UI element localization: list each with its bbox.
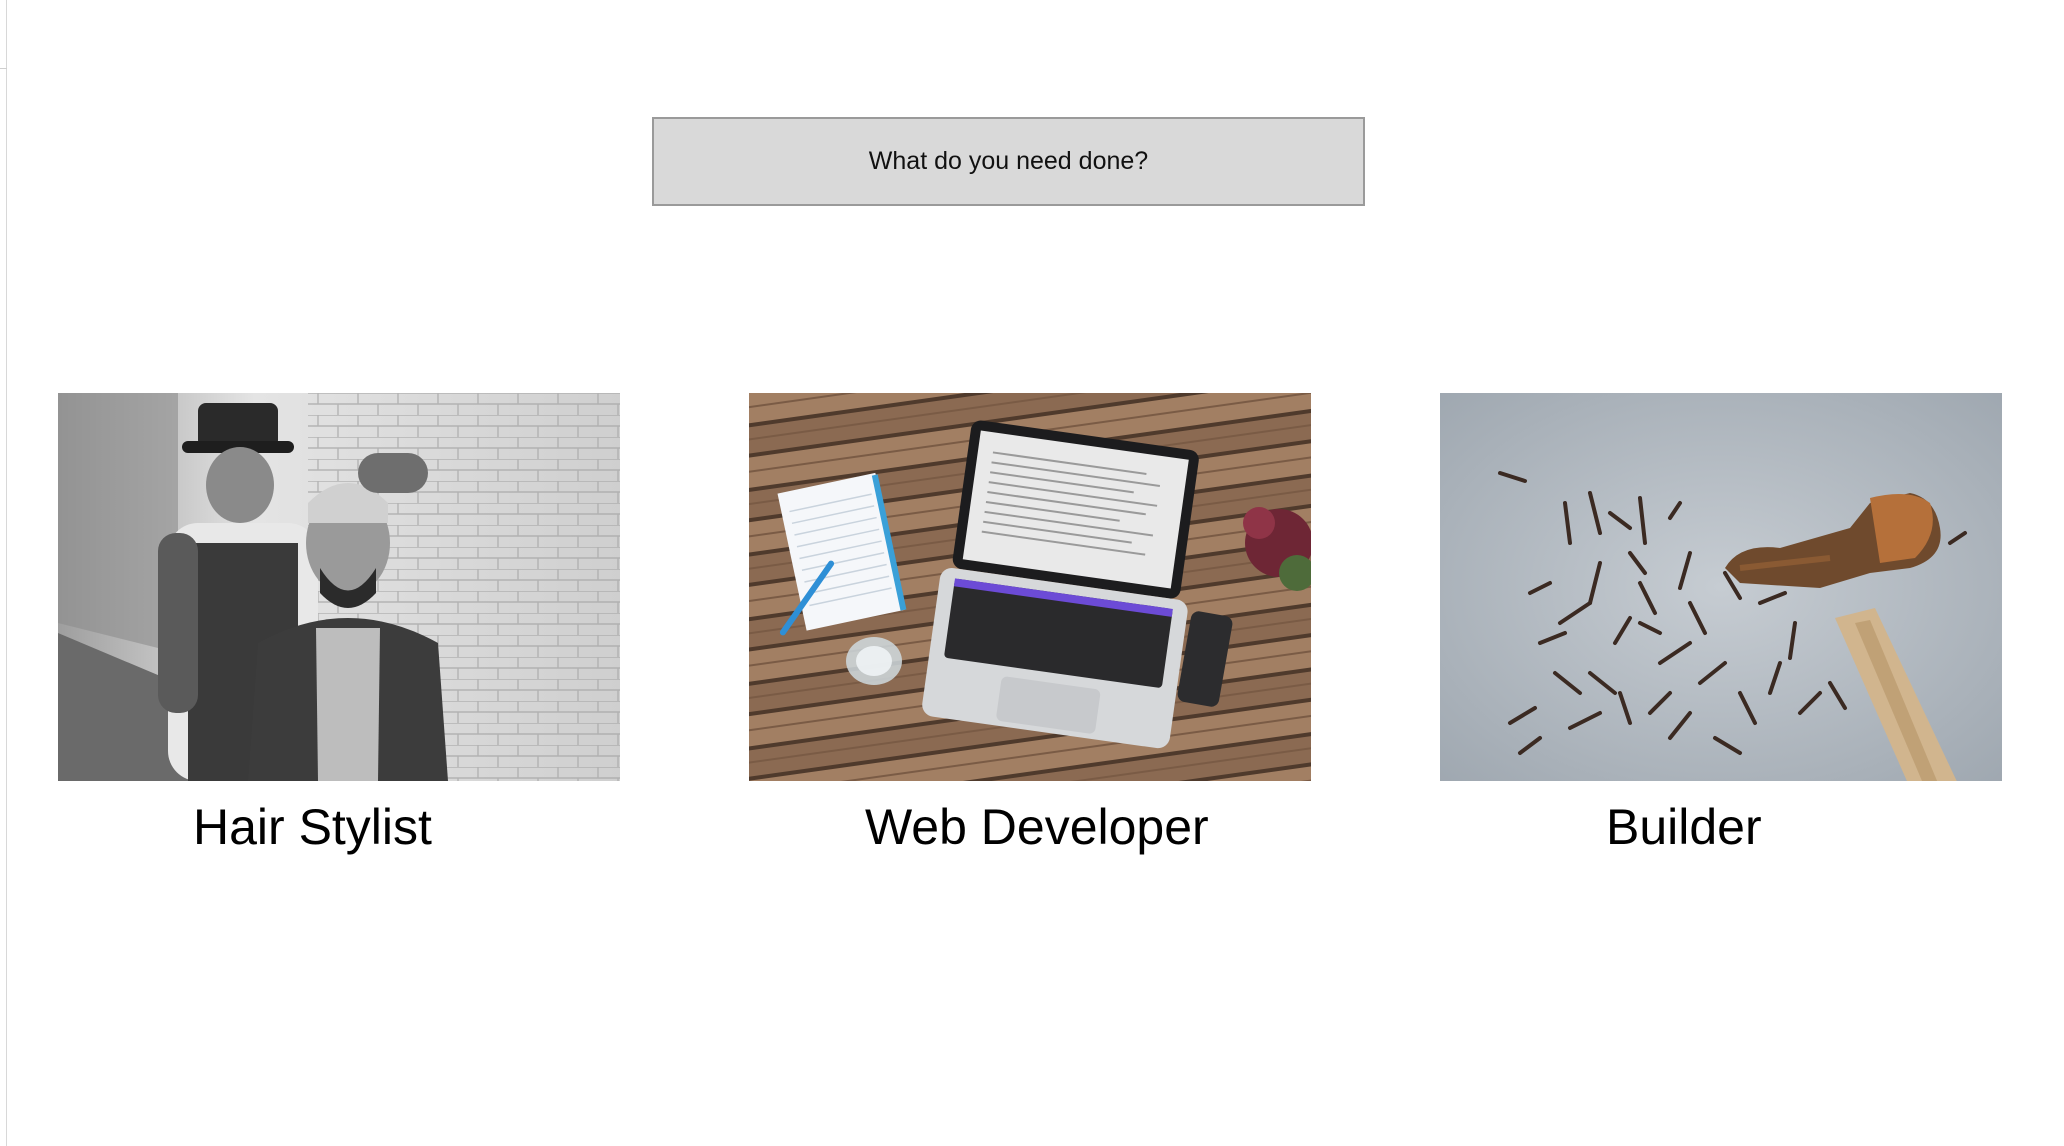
what-do-you-need-done-button[interactable]: What do you need done? xyxy=(652,117,1365,206)
service-card-builder[interactable]: Builder xyxy=(1440,393,2002,855)
page-edge-tick xyxy=(0,68,7,69)
laptop-desk-photo[interactable] xyxy=(749,393,1311,781)
service-card-hair-stylist[interactable]: Hair Stylist xyxy=(58,393,620,855)
barber-photo[interactable] xyxy=(58,393,620,781)
hammer-nails-photo[interactable] xyxy=(1440,393,2002,781)
search-prompt-text: What do you need done? xyxy=(868,147,1149,175)
service-card-web-developer[interactable]: Web Developer xyxy=(749,393,1311,855)
service-label-web-developer[interactable]: Web Developer xyxy=(865,798,1209,856)
service-label-builder[interactable]: Builder xyxy=(1606,798,1762,856)
page-edge-divider xyxy=(6,0,7,1146)
service-label-hair-stylist[interactable]: Hair Stylist xyxy=(193,798,432,856)
